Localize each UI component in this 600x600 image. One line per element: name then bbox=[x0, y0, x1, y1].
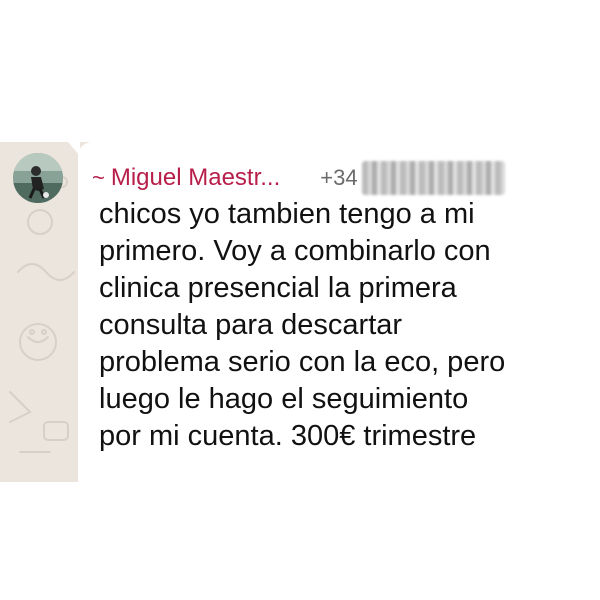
message-text: chicos yo tambien tengo a mi primero. Vo… bbox=[99, 198, 506, 452]
profile-photo-icon bbox=[13, 153, 63, 203]
redacted-phone-number bbox=[361, 161, 505, 195]
phone-prefix: +34 bbox=[320, 165, 358, 190]
message-bubble-tail bbox=[68, 142, 80, 156]
sender-name[interactable]: Miguel Maestr... bbox=[111, 164, 280, 192]
sender-phone: +34 bbox=[320, 161, 505, 195]
sender-prefix: ~ bbox=[92, 165, 105, 190]
avatar[interactable] bbox=[13, 153, 63, 203]
message-header: ~ Miguel Maestr... +34 bbox=[92, 160, 592, 196]
